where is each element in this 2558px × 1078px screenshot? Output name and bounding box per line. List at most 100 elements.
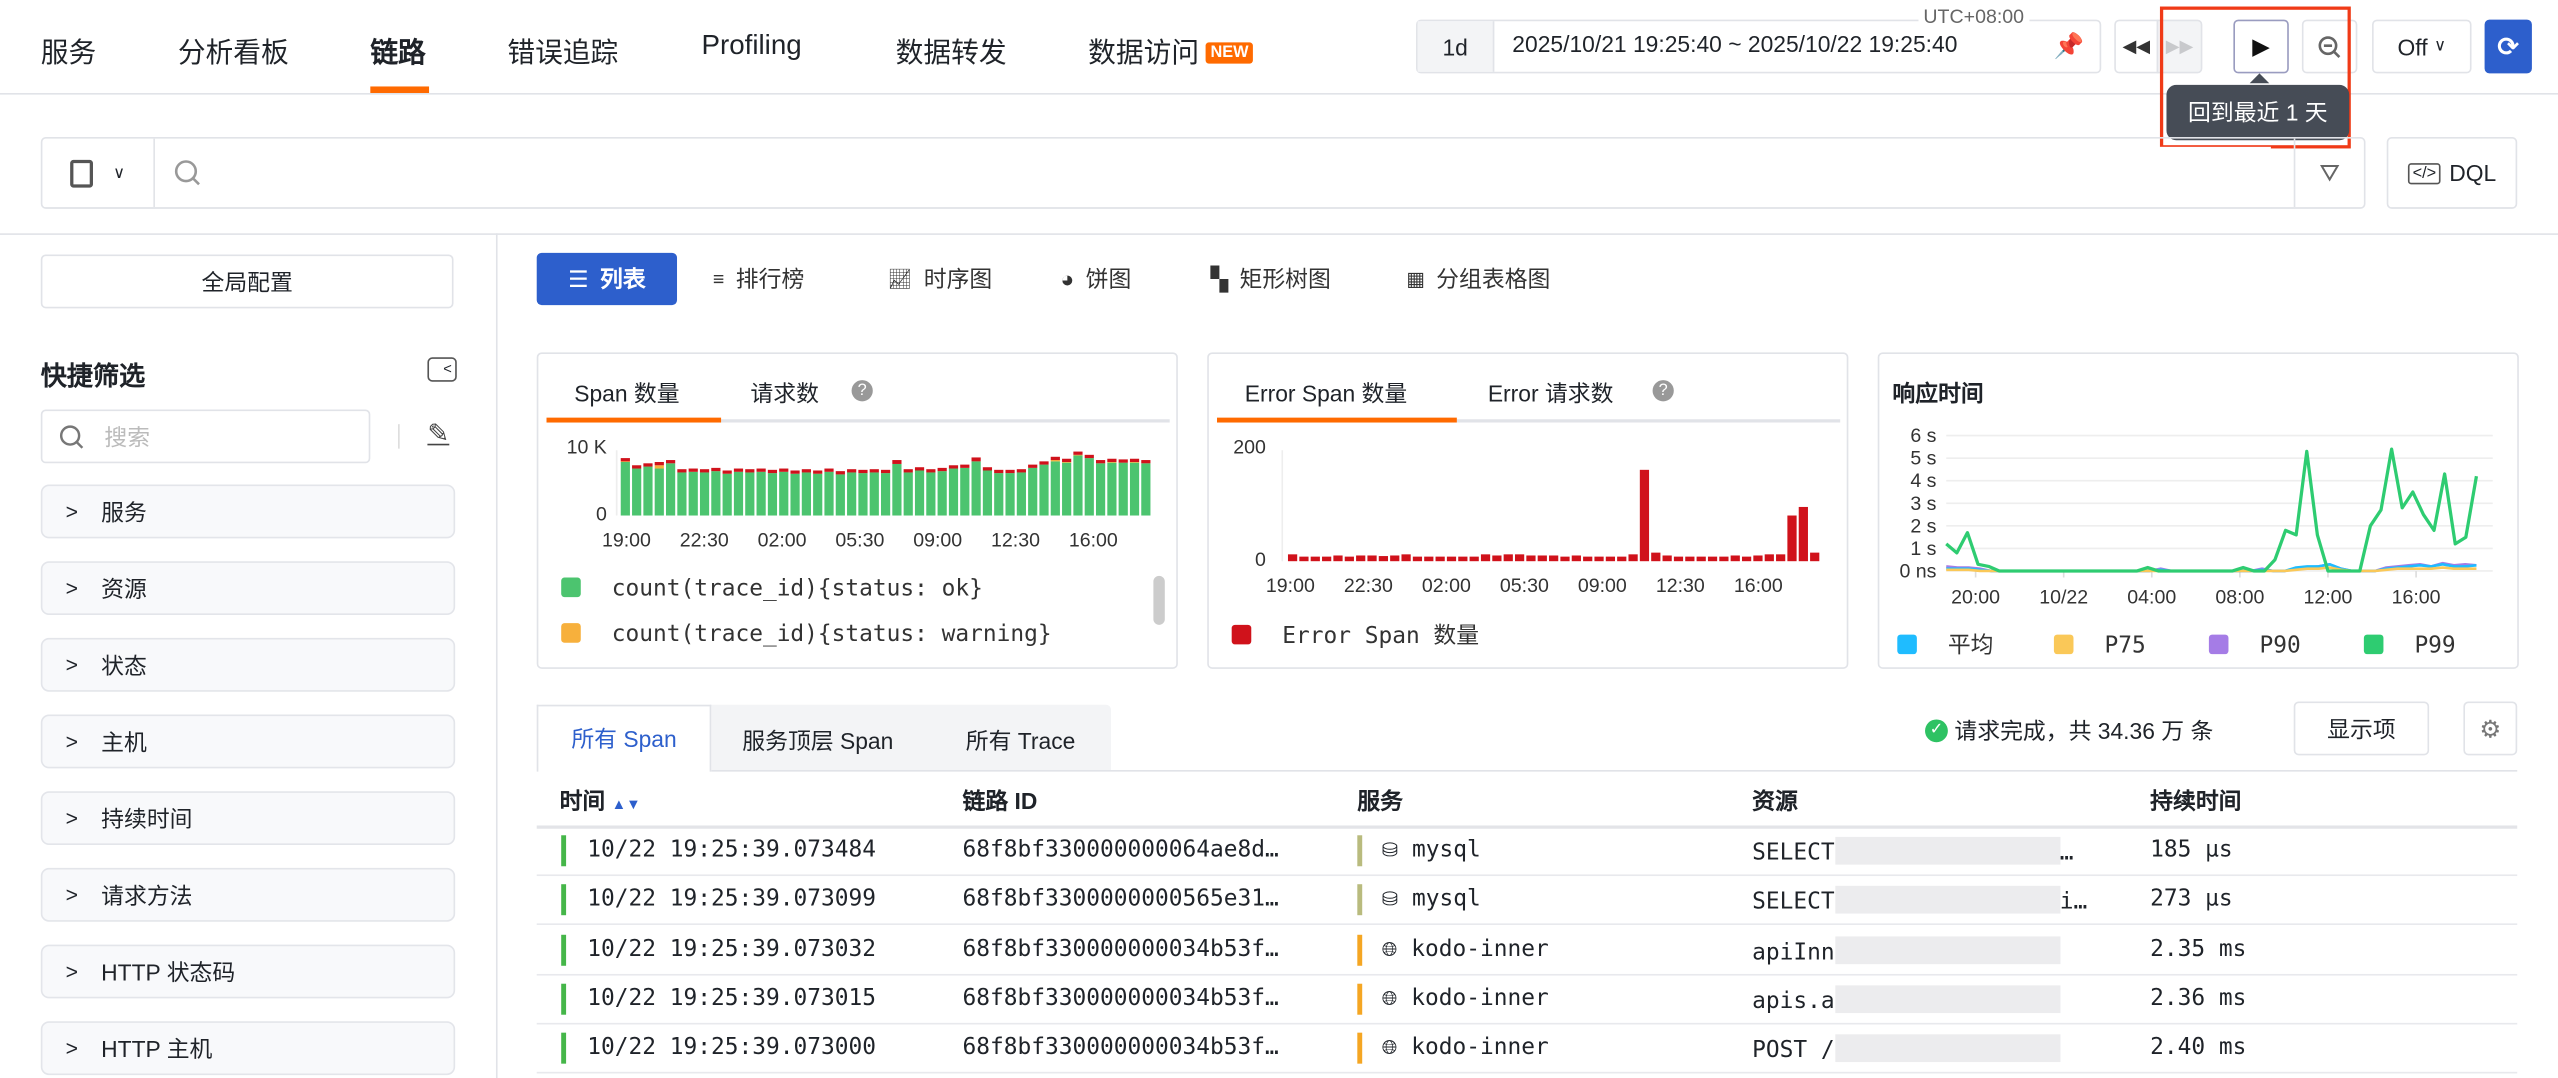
table-row[interactable]: 10/22 19:25:39.073032 68f8bf330000000034… <box>536 926 2518 975</box>
bar <box>1810 552 1820 562</box>
bar <box>1787 515 1797 562</box>
cell-trace-id[interactable]: 68f8bf330000000064ae8d… <box>963 837 1279 863</box>
bar <box>903 469 913 473</box>
bar <box>756 471 766 516</box>
bar <box>1356 555 1366 562</box>
bar <box>1446 556 1457 562</box>
bar <box>1129 462 1140 516</box>
bar <box>914 467 925 471</box>
cell-service[interactable]: ⛁ mysql <box>1382 837 1481 863</box>
bar <box>1378 556 1389 562</box>
column-header-duration[interactable]: 持续时间 <box>2150 785 2241 818</box>
bar <box>869 472 879 516</box>
cell-resource[interactable]: apiInn <box>1752 935 2060 965</box>
column-header-trace-id[interactable]: 链路 ID <box>963 785 1038 818</box>
bar <box>1537 555 1547 562</box>
y-tick-label: 0 <box>596 503 607 525</box>
x-tick-label: 19:00 <box>1266 575 1315 597</box>
service-name: kodo-inner <box>1411 985 1549 1012</box>
cell-resource[interactable]: SELECT i… <box>1752 886 2087 916</box>
status-bar <box>561 934 567 966</box>
table-row[interactable]: 10/22 19:25:39.073099 68f8bf330000000056… <box>536 877 2518 926</box>
bar <box>654 468 664 516</box>
bar <box>1129 458 1140 463</box>
table-row[interactable]: 10/22 19:25:39.073484 68f8bf330000000064… <box>536 827 2518 877</box>
y-tick-label: 2 s <box>1910 515 1936 537</box>
bar <box>960 464 970 468</box>
cell-resource[interactable]: POST / <box>1752 1034 2060 1064</box>
bar <box>1344 556 1354 562</box>
cell-service[interactable]: 🌐︎ kodo-inner <box>1382 936 1549 962</box>
bar <box>1628 554 1638 562</box>
settings-button[interactable]: ⚙ <box>2463 701 2518 756</box>
bar <box>1118 462 1128 516</box>
cell-resource[interactable]: apis.a <box>1752 985 2060 1015</box>
bar <box>858 469 868 474</box>
bar <box>1798 506 1808 562</box>
globe-icon: 🌐︎ <box>1381 1036 1398 1060</box>
x-tick-label: 09:00 <box>1578 575 1627 597</box>
bar <box>632 465 642 469</box>
bar <box>1062 458 1072 463</box>
tab-top-level-spans[interactable]: 服务顶层 Span <box>742 724 893 757</box>
table-row[interactable]: 10/22 19:25:39.073015 68f8bf330000000034… <box>536 975 2518 1025</box>
y-tick-label: 6 s <box>1910 425 1936 447</box>
bar <box>1287 554 1298 562</box>
columns-button[interactable]: 显示项 <box>2293 701 2430 756</box>
bar <box>1073 455 1083 516</box>
cell-time: 10/22 19:25:39.073015 <box>587 985 877 1012</box>
bar <box>745 472 755 516</box>
cell-service[interactable]: 🌐︎ kodo-inner <box>1382 985 1549 1011</box>
y-tick-label: 1 s <box>1910 538 1936 560</box>
bar <box>779 468 789 472</box>
sort-icon[interactable]: ▲▼ <box>612 796 641 812</box>
bar <box>1571 555 1581 562</box>
bar <box>1299 556 1309 562</box>
cell-duration: 273 µs <box>2150 886 2233 913</box>
cell-trace-id[interactable]: 68f8bf330000000034b53f… <box>963 936 1279 962</box>
x-tick-label: 12:30 <box>991 530 1040 552</box>
cell-time: 10/22 19:25:39.073032 <box>587 935 877 962</box>
x-tick-label: 05:30 <box>1500 575 1549 597</box>
column-header-time[interactable]: 时间 ▲▼ <box>560 785 641 818</box>
bar <box>937 467 947 472</box>
bar <box>1719 556 1729 562</box>
cell-resource[interactable]: SELECT… <box>1752 836 2074 866</box>
legend-swatch <box>1231 624 1252 645</box>
column-header-service[interactable]: 服务 <box>1357 785 1403 818</box>
bar <box>835 471 845 475</box>
bar <box>620 458 630 462</box>
cell-trace-id[interactable]: 68f8bf3300000000565e31… <box>963 886 1279 912</box>
x-tick-label: 22:30 <box>680 530 729 552</box>
service-name: mysql <box>1411 886 1481 913</box>
redacted-region <box>1834 836 2060 865</box>
bar <box>1118 459 1128 463</box>
column-header-resource[interactable]: 资源 <box>1752 785 1798 818</box>
x-tick-label: 09:00 <box>913 530 962 552</box>
resource-text: POST / <box>1752 1037 1835 1064</box>
bar <box>1310 556 1320 562</box>
cell-duration: 2.40 ms <box>2150 1034 2247 1061</box>
cell-trace-id[interactable]: 68f8bf330000000034b53f… <box>963 985 1279 1011</box>
x-tick-label: 10/22 <box>2039 587 2088 609</box>
bar <box>960 467 970 516</box>
bar <box>1390 555 1400 562</box>
bar <box>880 469 891 474</box>
bar <box>643 463 653 467</box>
x-tick-label: 16:00 <box>1069 530 1118 552</box>
bar <box>1583 556 1593 562</box>
cell-service[interactable]: ⛁ mysql <box>1382 886 1481 912</box>
bar <box>1673 556 1684 562</box>
table-row[interactable]: 10/22 19:25:39.073000 68f8bf330000000034… <box>536 1025 2518 1074</box>
tab-all-spans[interactable]: 所有 Span <box>536 704 712 772</box>
cell-trace-id[interactable]: 68f8bf330000000034b53f… <box>963 1035 1279 1061</box>
status-bar <box>561 835 567 867</box>
bar <box>1696 556 1706 562</box>
tab-all-traces[interactable]: 所有 Trace <box>966 724 1076 757</box>
redacted-region <box>1834 985 2060 1013</box>
bar <box>1639 469 1650 562</box>
cell-service[interactable]: 🌐︎ kodo-inner <box>1382 1035 1549 1061</box>
bar <box>926 472 936 516</box>
bar <box>937 471 947 516</box>
service-name: kodo-inner <box>1411 1034 1549 1061</box>
